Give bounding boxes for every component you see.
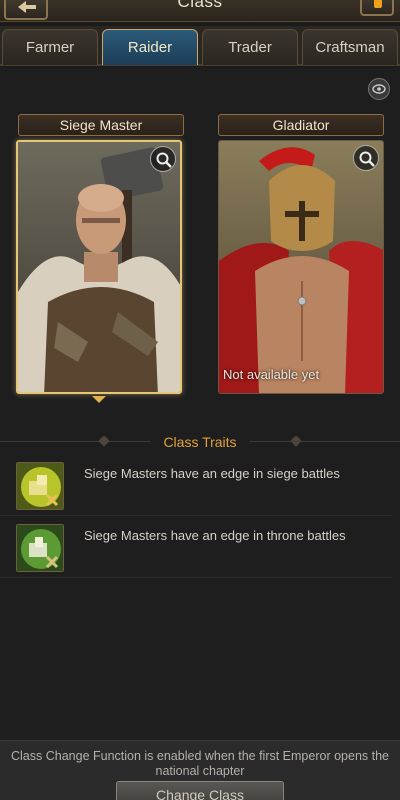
change-class-button[interactable]: Change Class	[116, 781, 284, 800]
class-name-siege-master: Siege Master	[18, 114, 184, 136]
eye-icon[interactable]	[368, 78, 390, 100]
info-button[interactable]	[360, 0, 394, 16]
siege-master-portrait	[18, 142, 180, 392]
tab-trader[interactable]: Trader	[202, 29, 298, 65]
status-text: Not available yet	[223, 367, 320, 382]
tab-raider[interactable]: Raider	[102, 29, 198, 65]
trait-description: Siege Masters have an edge in siege batt…	[84, 466, 340, 481]
class-card-siege-master[interactable]	[16, 140, 182, 394]
throne-trait-icon	[16, 524, 64, 572]
footer: Class Change Function is enabled when th…	[0, 740, 400, 800]
top-bar: Class	[0, 0, 400, 22]
class-traits-title: Class Traits	[163, 434, 237, 450]
info-icon	[374, 0, 382, 8]
selection-indicator	[92, 396, 106, 403]
class-change-note: Class Change Function is enabled when th…	[11, 749, 389, 778]
trait-row: Siege Masters have an edge in siege batt…	[0, 456, 392, 516]
page-title: Class	[177, 0, 223, 11]
trait-row: Siege Masters have an edge in throne bat…	[0, 518, 392, 578]
class-panel: Siege Master Gladiator Not available yet…	[0, 68, 400, 740]
class-category-tabs: Farmer Raider Trader Craftsman	[0, 26, 400, 66]
zoom-icon[interactable]	[150, 146, 176, 172]
tab-craftsman[interactable]: Craftsman	[302, 29, 398, 65]
class-card-gladiator[interactable]: Not available yet	[218, 140, 384, 394]
tab-farmer[interactable]: Farmer	[2, 29, 98, 65]
zoom-icon[interactable]	[353, 145, 379, 171]
trait-description: Siege Masters have an edge in throne bat…	[84, 528, 346, 543]
gladiator-portrait	[219, 141, 383, 393]
siege-trait-icon	[16, 462, 64, 510]
class-name-gladiator: Gladiator	[218, 114, 384, 136]
